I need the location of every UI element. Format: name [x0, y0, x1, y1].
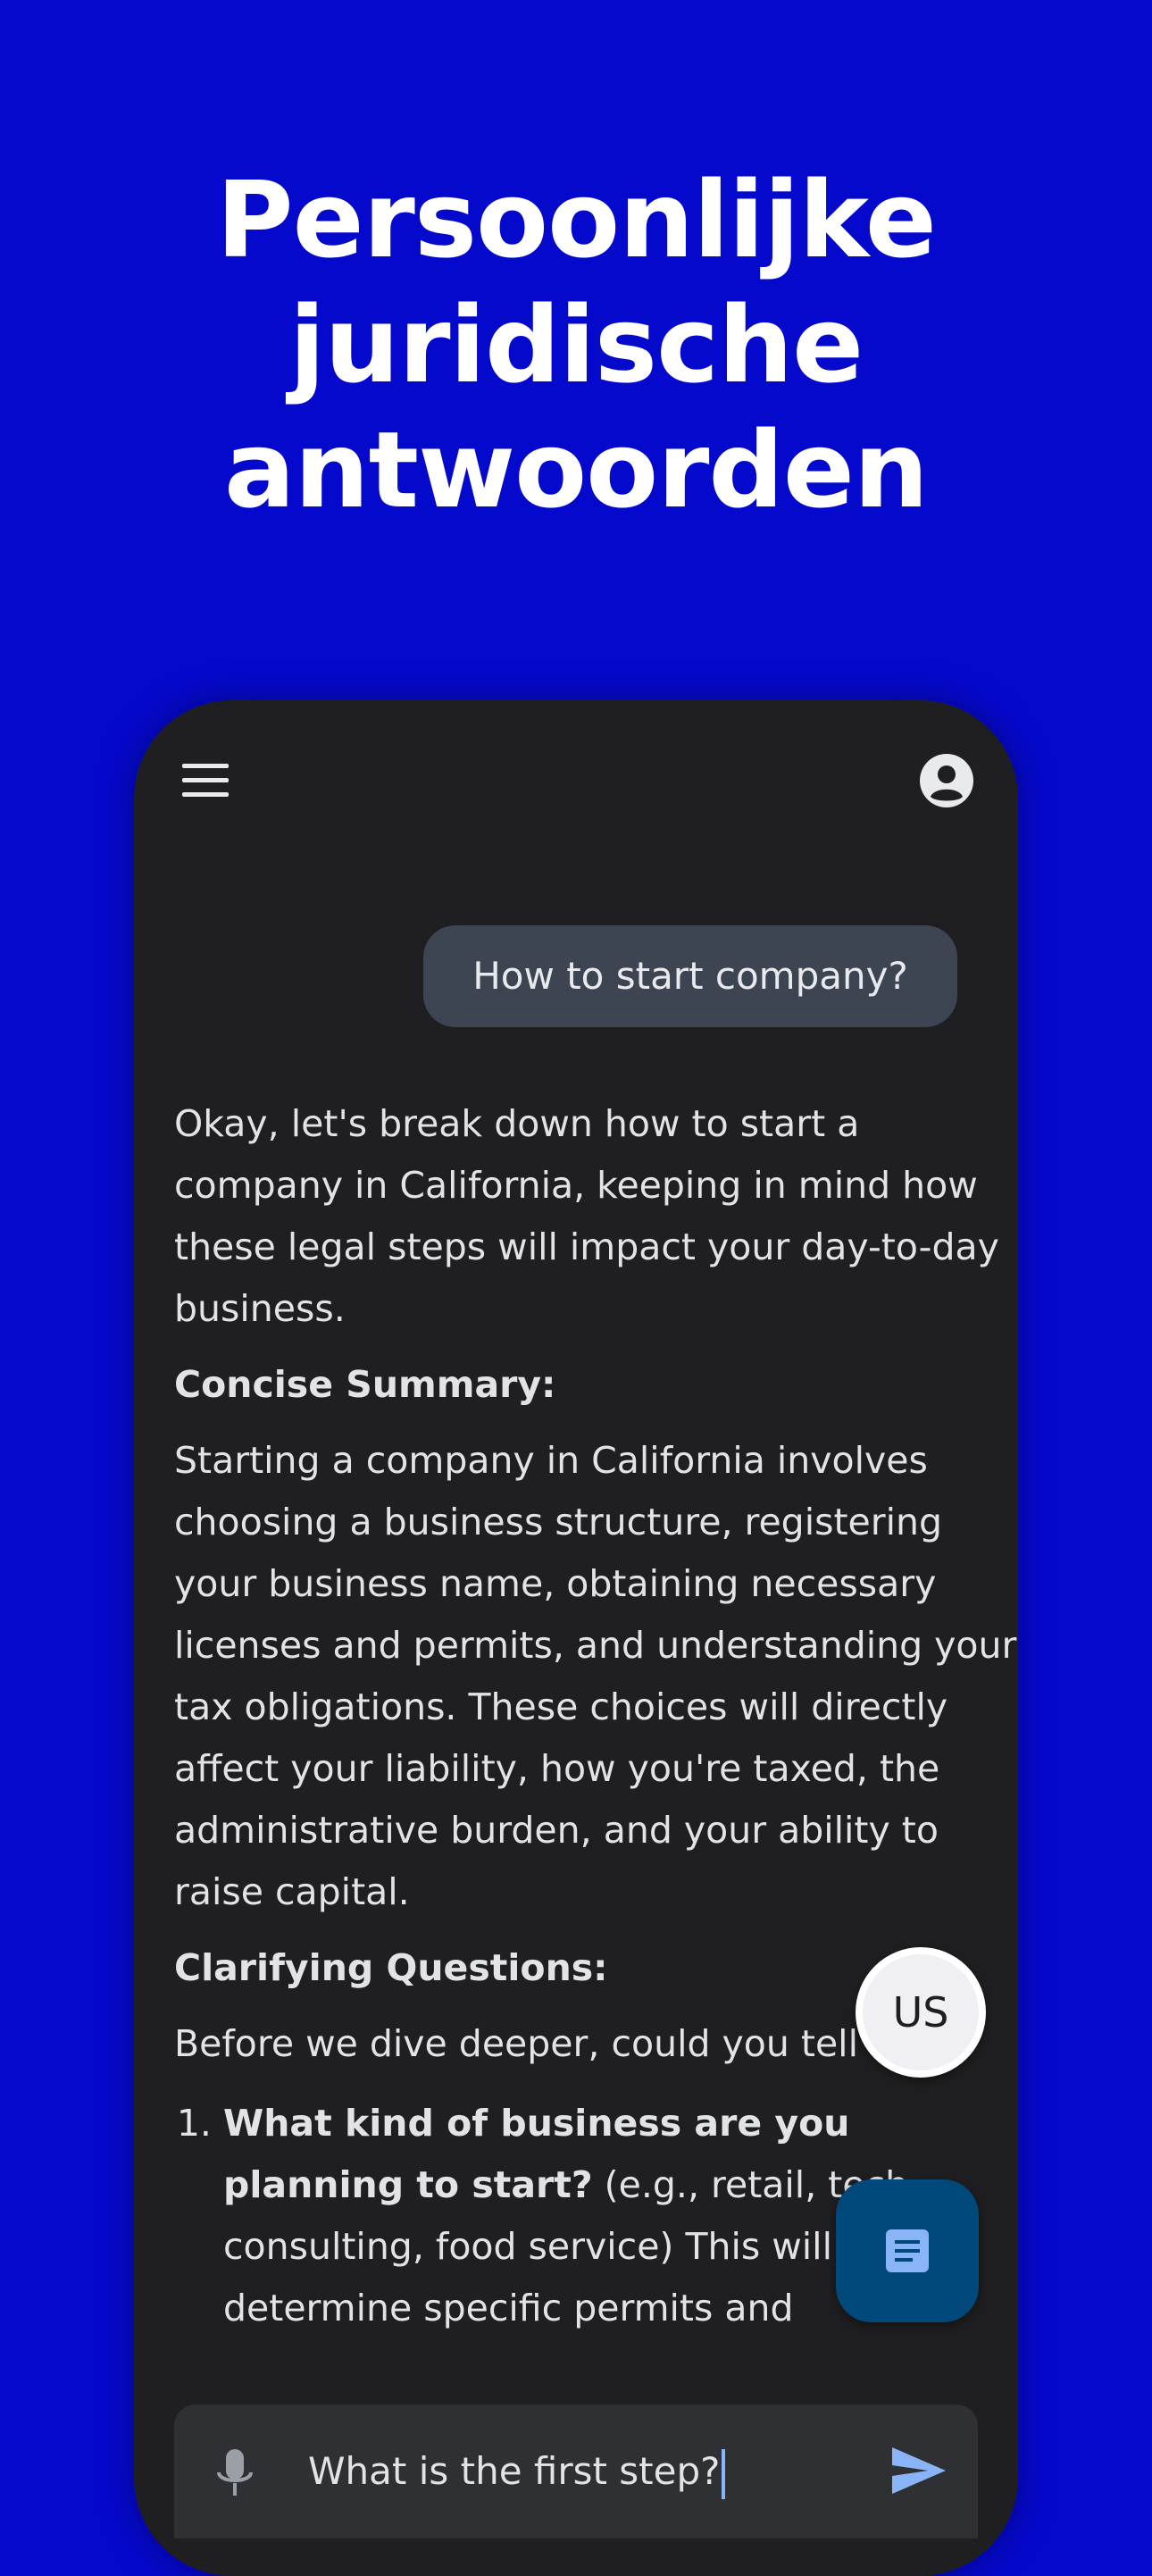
document-icon	[886, 2229, 929, 2272]
text-caret	[722, 2448, 726, 2499]
document-button[interactable]	[836, 2179, 979, 2322]
jurisdiction-button[interactable]: US	[856, 1947, 986, 2078]
message-input-value: What is the first step?	[308, 2449, 721, 2493]
headline-line-3: antwoorden	[224, 408, 929, 531]
headline-line-2: juridische	[288, 283, 864, 406]
user-message-bubble: How to start company?	[423, 925, 957, 1027]
menu-button[interactable]	[179, 754, 232, 807]
account-button[interactable]	[916, 750, 977, 811]
summary-text: Starting a company in California involve…	[174, 1439, 1017, 1913]
headline-line-1: Persoonlijke	[216, 158, 937, 281]
headline: Persoonlijke juridische antwoorden	[0, 157, 1152, 532]
message-input[interactable]: What is the first step?	[308, 2440, 726, 2503]
answer-intro: Okay, let's break down how to start a co…	[174, 1102, 999, 1330]
assistant-answer: Okay, let's break down how to start a co…	[174, 1093, 1018, 2339]
account-circle-icon	[920, 754, 973, 807]
message-input-bar: What is the first step?	[174, 2405, 978, 2538]
phone-screen: How to start company? Okay, let's break …	[134, 700, 1018, 2576]
microphone-icon[interactable]	[213, 2447, 256, 2501]
summary-heading: Concise Summary:	[174, 1363, 556, 1406]
send-icon[interactable]	[889, 2444, 949, 2497]
hamburger-menu-icon	[182, 764, 229, 797]
